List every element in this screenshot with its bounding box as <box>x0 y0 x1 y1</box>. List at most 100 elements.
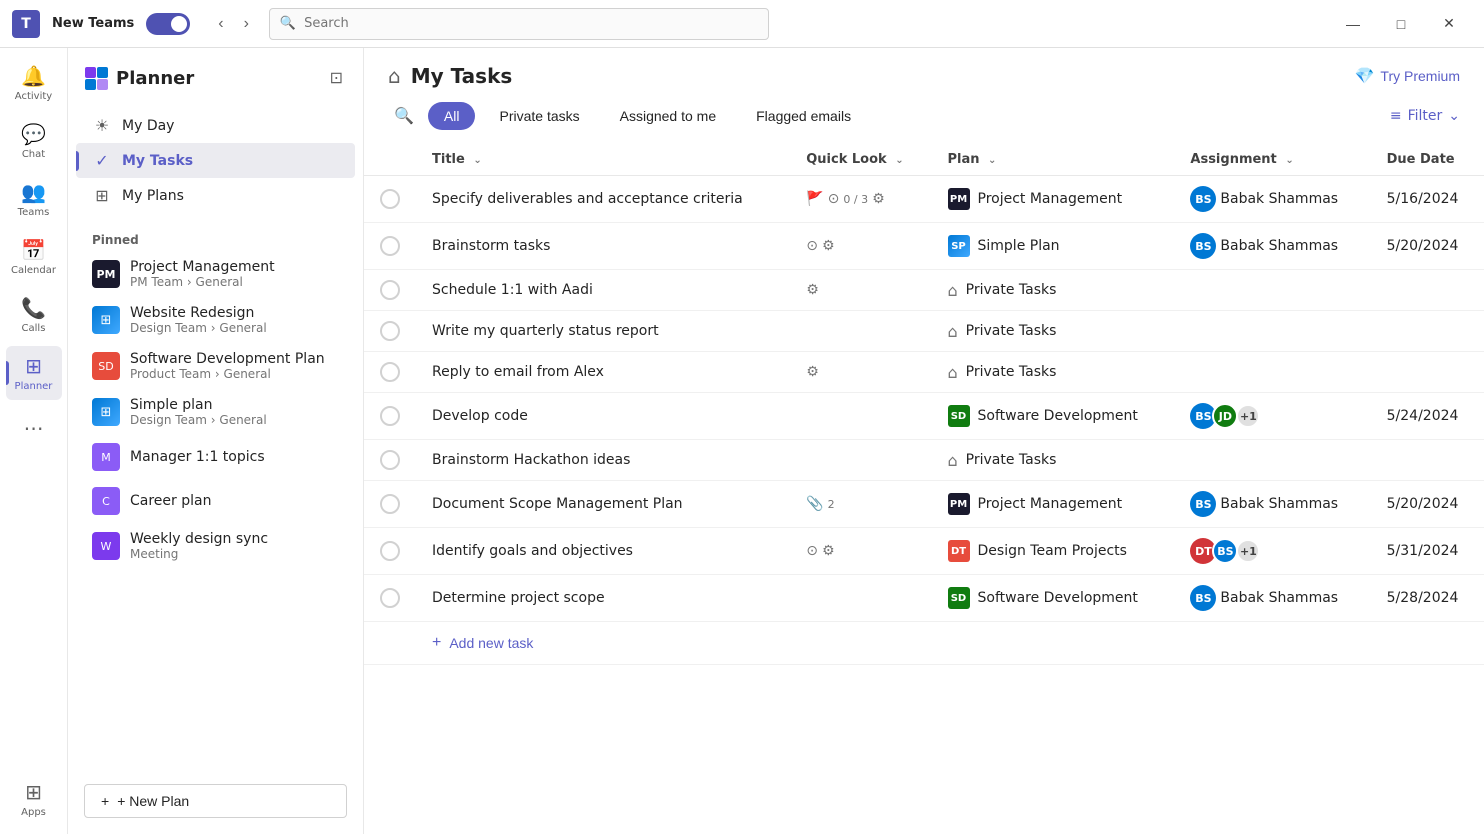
manager-11-icon: M <box>92 443 120 471</box>
task-checkbox-8[interactable] <box>380 494 400 514</box>
sidebar-collapse-button[interactable]: ⊡ <box>326 64 347 92</box>
close-button[interactable]: ✕ <box>1426 8 1472 40</box>
forward-button[interactable]: › <box>236 11 257 37</box>
pinned-item-simple-plan[interactable]: ⊞ Simple plan Design Team › General <box>76 389 355 435</box>
manager-11-name: Manager 1:1 topics <box>130 449 265 465</box>
simple-plan-name: Simple plan <box>130 397 267 413</box>
rail-item-planner[interactable]: ⊞ Planner <box>6 346 62 400</box>
task-plan-10[interactable]: SD Software Development <box>932 575 1175 622</box>
tab-all[interactable]: All <box>428 102 476 130</box>
sidebar-item-my-plans[interactable]: ⊞ My Plans <box>76 178 355 213</box>
task-assignment-5 <box>1174 352 1370 393</box>
table-row: Develop code SD Software Development BS <box>364 393 1484 440</box>
rail-item-more[interactable]: ⋯ <box>24 408 44 448</box>
pinned-item-software-dev[interactable]: SD Software Development Plan Product Tea… <box>76 343 355 389</box>
col-quicklook[interactable]: Quick Look ⌄ <box>790 144 931 176</box>
task-title-6[interactable]: Develop code <box>416 393 790 440</box>
private-plan-icon: ⌂ <box>948 322 958 341</box>
col-plan[interactable]: Plan ⌄ <box>932 144 1175 176</box>
task-plan-8[interactable]: PM Project Management <box>932 481 1175 528</box>
task-checkbox-3[interactable] <box>380 280 400 300</box>
my-day-icon: ☀ <box>92 116 112 135</box>
filter-row: 🔍 All Private tasks Assigned to me Flagg… <box>364 100 1484 144</box>
task-quicklook-7 <box>790 440 931 481</box>
rail-item-teams[interactable]: 👥 Teams <box>6 172 62 226</box>
page-title-row: ⌂ My Tasks <box>388 64 512 88</box>
pinned-item-career-plan[interactable]: C Career plan <box>76 479 355 523</box>
col-title[interactable]: Title ⌄ <box>416 144 790 176</box>
task-checkbox-6[interactable] <box>380 406 400 426</box>
rail-item-calendar[interactable]: 📅 Calendar <box>6 230 62 284</box>
col-duedate[interactable]: Due Date <box>1371 144 1484 176</box>
back-button[interactable]: ‹ <box>210 11 231 37</box>
table-row: Identify goals and objectives ⊙ ⚙ DT Des… <box>364 528 1484 575</box>
task-due-9: 5/31/2024 <box>1371 528 1484 575</box>
task-checkbox-1[interactable] <box>380 189 400 209</box>
task-title-2[interactable]: Brainstorm tasks <box>416 223 790 270</box>
task-plan-3[interactable]: ⌂ Private Tasks <box>932 270 1175 311</box>
content-area: ⌂ My Tasks 💎 Try Premium 🔍 All Private t… <box>364 48 1484 834</box>
task-title-7[interactable]: Brainstorm Hackathon ideas <box>416 440 790 481</box>
task-title-10[interactable]: Determine project scope <box>416 575 790 622</box>
rail-item-activity[interactable]: 🔔 Activity <box>6 56 62 110</box>
tab-flagged[interactable]: Flagged emails <box>740 102 867 130</box>
task-plan-9[interactable]: DT Design Team Projects <box>932 528 1175 575</box>
pinned-item-weekly-design[interactable]: W Weekly design sync Meeting <box>76 523 355 569</box>
simple-plan-sub: Design Team › General <box>130 413 267 427</box>
rail-item-chat[interactable]: 💬 Chat <box>6 114 62 168</box>
task-plan-2[interactable]: SP Simple Plan <box>932 223 1175 270</box>
task-checkbox-5[interactable] <box>380 362 400 382</box>
task-plan-5[interactable]: ⌂ Private Tasks <box>932 352 1175 393</box>
maximize-button[interactable]: □ <box>1378 8 1424 40</box>
sidebar-item-my-day[interactable]: ☀ My Day <box>76 108 355 143</box>
flag-icon: 🚩 <box>806 191 823 207</box>
filter-button[interactable]: ≡ Filter ⌄ <box>1390 108 1460 124</box>
task-plan-7[interactable]: ⌂ Private Tasks <box>932 440 1175 481</box>
new-plan-button[interactable]: + + New Plan <box>84 784 347 818</box>
task-title-9[interactable]: Identify goals and objectives <box>416 528 790 575</box>
pinned-item-manager-11[interactable]: M Manager 1:1 topics <box>76 435 355 479</box>
task-title-5[interactable]: Reply to email from Alex <box>416 352 790 393</box>
rail-item-apps[interactable]: ⊞ Apps <box>6 772 62 826</box>
plan-badge-2: SP <box>948 235 970 257</box>
task-title-8[interactable]: Document Scope Management Plan <box>416 481 790 528</box>
task-checkbox-9[interactable] <box>380 541 400 561</box>
task-plan-6[interactable]: SD Software Development <box>932 393 1175 440</box>
col-assignment[interactable]: Assignment ⌄ <box>1174 144 1370 176</box>
task-search-button[interactable]: 🔍 <box>388 100 420 132</box>
task-checkbox-4[interactable] <box>380 321 400 341</box>
progress-icon: ⊙ <box>806 543 818 559</box>
task-checkbox-7[interactable] <box>380 450 400 470</box>
sidebar-item-my-tasks[interactable]: ✓ My Tasks <box>76 143 355 178</box>
task-title-4[interactable]: Write my quarterly status report <box>416 311 790 352</box>
pinned-item-project-mgmt[interactable]: PM Project Management PM Team › General <box>76 251 355 297</box>
task-title-3[interactable]: Schedule 1:1 with Aadi <box>416 270 790 311</box>
pinned-item-website-redesign[interactable]: ⊞ Website Redesign Design Team › General <box>76 297 355 343</box>
add-new-task-button[interactable]: + Add new task <box>432 634 533 652</box>
rail-item-calls[interactable]: 📞 Calls <box>6 288 62 342</box>
task-plan-1[interactable]: PM Project Management <box>932 176 1175 223</box>
task-title-1[interactable]: Specify deliverables and acceptance crit… <box>416 176 790 223</box>
search-bar[interactable]: 🔍 Search <box>269 8 769 40</box>
search-icon: 🔍 <box>280 16 296 31</box>
task-checkbox-2[interactable] <box>380 236 400 256</box>
tab-assigned[interactable]: Assigned to me <box>604 102 733 130</box>
attachment-count: 2 <box>828 498 835 511</box>
settings-icon: ⚙ <box>822 238 835 254</box>
avatar-10: BS <box>1190 585 1216 611</box>
settings-icon: ⚙ <box>822 543 835 559</box>
tab-private[interactable]: Private tasks <box>483 102 595 130</box>
sidebar: Planner ⊡ ☀ My Day ✓ My Tasks ⊞ My Plans… <box>68 48 364 834</box>
new-plan-label: + New Plan <box>117 793 189 809</box>
sidebar-title-row: Planner <box>84 66 194 90</box>
minimize-button[interactable]: — <box>1330 8 1376 40</box>
task-due-1: 5/16/2024 <box>1371 176 1484 223</box>
task-due-10: 5/28/2024 <box>1371 575 1484 622</box>
table-row: Specify deliverables and acceptance crit… <box>364 176 1484 223</box>
task-plan-4[interactable]: ⌂ Private Tasks <box>932 311 1175 352</box>
my-tasks-label: My Tasks <box>122 153 193 169</box>
apps-icon: ⊞ <box>25 780 42 804</box>
try-premium-button[interactable]: 💎 Try Premium <box>1354 66 1460 86</box>
new-teams-toggle[interactable] <box>146 13 190 35</box>
task-checkbox-10[interactable] <box>380 588 400 608</box>
